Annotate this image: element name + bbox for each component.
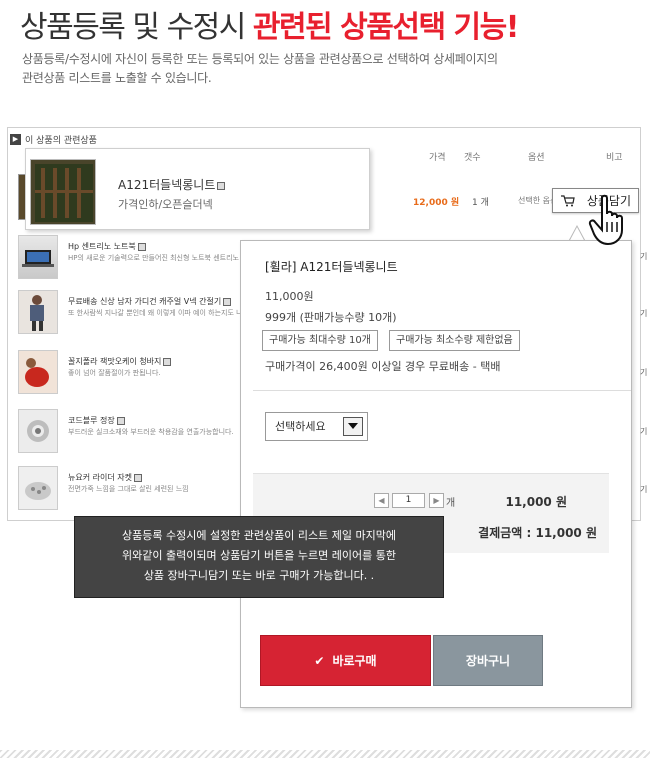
option-select[interactable]: 선택하세요 [265,412,368,441]
product-desc: 또 한사람씩 지나갈 뿐인데 왜 이렇게 이파 예이 하는지도 나 [68,309,243,317]
panel-title: ▶ 이 상품의 관련상품 [8,130,97,148]
tooltip-product-sub: 가격인하/오픈슬더넥 [118,198,213,211]
side-tab[interactable]: 기 [640,308,649,320]
total-amount: 결제금액 : 11,000 원 [478,526,597,540]
shipping-info: 구매가격이 26,400원 이상일 경우 무료배송 - 택배 [265,360,501,373]
chevron-right-icon: ▶ [10,133,21,145]
product-thumbnail[interactable] [18,409,58,453]
description-line: 상품등록/수정시에 자신이 등록한 또는 등록되어 있는 상품을 관련상품으로 … [22,52,498,66]
product-thumbnail[interactable] [18,466,58,510]
product-thumbnail[interactable] [18,290,58,334]
list-item[interactable]: 꼴지폴라 잭맛오케이 청바지 좋이 넘어 잘품절이가 판됩니다. [18,350,248,406]
max-qty-badge: 구매가능 최대수량 10개 [262,330,378,351]
new-window-icon[interactable] [163,357,172,366]
tooltip-product-name: A121터들넥롱니트 [118,176,226,193]
qty-decrease-button[interactable]: ◀ [374,493,389,508]
note-line: 상품등록 수정시에 설정한 관련상품이 리스트 제일 마지막에 [122,529,396,542]
divider [253,390,631,391]
product-desc: 전면가죽 느낌을 그대로 살린 세련된 느낌 [68,485,189,493]
panel-title-text: 이 상품의 관련상품 [25,135,97,146]
side-tab[interactable]: 기 [640,251,649,263]
product-thumbnail[interactable] [18,350,58,394]
headline-accent: 관련된 상품선택 기능! [252,10,519,45]
side-tab[interactable]: 기 [640,426,649,438]
page-headline: 상품등록 및 수정시 관련된 상품선택 기능! [20,2,519,46]
laptop-image [22,250,54,267]
qty-price: 11,000 원 [505,495,567,509]
bottom-divider [0,750,650,758]
side-tab[interactable]: 기 [640,484,649,496]
product-name[interactable]: 무료배송 신상 남자 가디건 캐주얼 V넥 간절기 [68,296,232,307]
qty-unit: 개 [446,498,456,509]
column-note: 비고 [606,153,623,163]
quantity-input[interactable]: 1 [392,493,425,508]
column-option: 옵션 [528,153,545,163]
buy-now-label: 바로구매 [332,654,377,668]
side-tab[interactable]: 기 [640,367,649,379]
new-window-icon[interactable] [116,416,125,425]
jacket-image [25,482,51,500]
min-qty-badge: 구매가능 최소수량 제한없음 [389,330,520,351]
product-desc: HP의 새로운 기술력으로 만들어진 최신형 노트북 센트리노 [68,254,239,262]
caret-glyph [348,423,358,429]
product-name[interactable]: 꼴지폴라 잭맛오케이 청바지 [68,356,172,367]
buy-now-button[interactable]: ✔ 바로구매 [260,635,431,686]
note-line: 위와같이 출력이되며 상품담기 버튼을 누르면 레이어를 통한 [122,549,396,562]
tooltip-image [30,159,96,225]
cart-layer-popup: [휠라] A121터들넥롱니트 11,000원 999개 (판매가능수량 10개… [240,240,632,708]
cart-button[interactable]: 장바구니 [433,635,543,686]
new-window-icon[interactable] [133,473,142,482]
qty-increase-button[interactable]: ▶ [429,493,444,508]
product-desc: 부드러운 실크소재와 부드러운 착용감을 연출가능합니다. [68,428,234,436]
description-line: 관련상품 리스트를 노출할 수 있습니다. [22,71,212,85]
cardigan-image [30,295,44,331]
first-row-price: 12,000 원 [413,198,460,208]
layer-price: 11,000원 [265,290,314,303]
new-window-icon[interactable] [137,242,146,251]
column-qty: 갯수 [464,153,481,163]
new-window-icon[interactable] [223,297,232,306]
column-price: 가격 [429,153,446,163]
layer-stock: 999개 (판매가능수량 10개) [265,311,397,324]
cart-button-label: 장바구니 [465,654,511,668]
knit-image [31,160,95,224]
list-item[interactable]: 무료배송 신상 남자 가디건 캐주얼 V넥 간절기 또 한사람씩 지나갈 뿐인데… [18,290,248,346]
jeans-image [25,358,49,387]
product-tooltip: A121터들넥롱니트 가격인하/오픈슬더넥 [25,148,370,230]
chevron-down-icon[interactable] [343,417,363,436]
layer-product-title: [휠라] A121터들넥롱니트 [265,260,398,274]
first-row-qty: 1 개 [472,198,489,208]
note-line: 상품 장바구니담기 또는 바로 구매가 가능합니다. . [143,569,375,582]
new-window-icon[interactable] [217,181,226,190]
headline-plain: 상품등록 및 수정시 [20,10,253,45]
list-item[interactable]: 뉴요커 라이더 자켓 전면가죽 느낌을 그대로 살린 세련된 느낌 [18,466,248,522]
product-name[interactable]: 코드블루 정장 [68,415,125,426]
product-name[interactable]: 뉴요커 라이더 자켓 [68,472,142,483]
list-item[interactable]: Hp 센트리노 노트북 HP의 새로운 기술력으로 만들어진 최신형 노트북 센… [18,235,248,291]
product-desc: 좋이 넘어 잘품절이가 판됩니다. [68,369,161,377]
cart-icon [561,195,575,207]
hand-cursor-icon [588,194,623,246]
product-name[interactable]: Hp 센트리노 노트북 [68,241,146,252]
explanation-note: 상품등록 수정시에 설정한 관련상품이 리스트 제일 마지막에 위와같이 출력이… [74,516,444,598]
page-description: 상품등록/수정시에 자신이 등록한 또는 등록되어 있는 상품을 관련상품으로 … [22,50,622,88]
check-icon: ✔ [314,653,325,668]
suit-image [27,420,49,442]
list-item[interactable]: 코드블루 정장 부드러운 실크소재와 부드러운 착용감을 연출가능합니다. [18,409,248,465]
product-thumbnail[interactable] [18,235,58,279]
option-select-value: 선택하세요 [275,420,326,433]
